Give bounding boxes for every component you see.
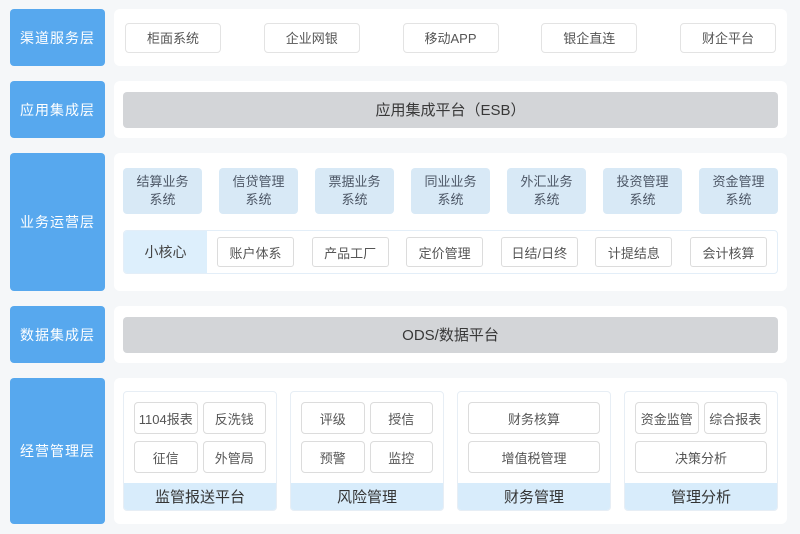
core-interest-accrual: 计提结息 bbox=[595, 237, 672, 267]
layer-panel-channel: 柜面系统 企业网银 移动APP 银企直连 财企平台 bbox=[114, 9, 787, 66]
system-finance-enterprise-platform: 财企平台 bbox=[680, 23, 776, 53]
layer-management: 经营管理层 1104报表 反洗钱 征信 外管局 监管报送平台 bbox=[10, 378, 787, 524]
core-account-system: 账户体系 bbox=[217, 237, 294, 267]
box-early-warning: 预警 bbox=[301, 441, 365, 473]
core-product-factory: 产品工厂 bbox=[312, 237, 389, 267]
group-row: 1104报表 反洗钱 bbox=[134, 402, 266, 434]
box-forex-administration: 外管局 bbox=[203, 441, 267, 473]
box-1104-report: 1104报表 bbox=[134, 402, 198, 434]
small-core-items: 账户体系 产品工厂 定价管理 日结/日终 计提结息 会计核算 bbox=[207, 231, 777, 273]
layer-channel: 渠道服务层 柜面系统 企业网银 移动APP 银企直连 财企平台 bbox=[10, 9, 787, 66]
small-core-tag: 小核心 bbox=[124, 231, 207, 273]
group-row: 资金监管 综合报表 bbox=[635, 402, 767, 434]
group-title-finance-management: 财务管理 bbox=[458, 483, 610, 510]
core-pricing-management: 定价管理 bbox=[406, 237, 483, 267]
system-forex: 外汇业务 系统 bbox=[507, 168, 586, 214]
group-row: 增值税管理 bbox=[468, 441, 600, 473]
layer-label-business-operation: 业务运营层 bbox=[10, 153, 105, 291]
group-regulatory-reporting: 1104报表 反洗钱 征信 外管局 监管报送平台 bbox=[123, 391, 277, 511]
system-credit-management: 信贷管理 系统 bbox=[219, 168, 298, 214]
esb-platform-bar: 应用集成平台（ESB） bbox=[123, 92, 778, 128]
layer-business-operation: 业务运营层 结算业务 系统 信贷管理 系统 票据业务 系统 同业业务 系统 外汇… bbox=[10, 153, 787, 291]
box-fund-supervision: 资金监管 bbox=[635, 402, 699, 434]
system-mobile-app: 移动APP bbox=[403, 23, 499, 53]
box-vat-management: 增值税管理 bbox=[468, 441, 600, 473]
business-systems-row: 结算业务 系统 信贷管理 系统 票据业务 系统 同业业务 系统 外汇业务 系统 … bbox=[123, 168, 778, 214]
box-decision-analysis: 决策分析 bbox=[635, 441, 767, 473]
layer-label-app-integration: 应用集成层 bbox=[10, 81, 105, 138]
layer-panel-management: 1104报表 反洗钱 征信 外管局 监管报送平台 评级 授信 bbox=[114, 378, 787, 524]
group-title-regulatory-reporting: 监管报送平台 bbox=[124, 483, 276, 510]
system-interbank: 同业业务 系统 bbox=[411, 168, 490, 214]
group-row: 评级 授信 bbox=[301, 402, 433, 434]
box-credit-granting: 授信 bbox=[370, 402, 434, 434]
layer-panel-business-operation: 结算业务 系统 信贷管理 系统 票据业务 系统 同业业务 系统 外汇业务 系统 … bbox=[114, 153, 787, 291]
system-bank-enterprise-direct: 银企直连 bbox=[541, 23, 637, 53]
system-bills: 票据业务 系统 bbox=[315, 168, 394, 214]
box-comprehensive-report: 综合报表 bbox=[704, 402, 768, 434]
core-day-end: 日结/日终 bbox=[501, 237, 578, 267]
group-title-management-analysis: 管理分析 bbox=[625, 483, 777, 510]
group-row: 决策分析 bbox=[635, 441, 767, 473]
layer-data-integration: 数据集成层 ODS/数据平台 bbox=[10, 306, 787, 363]
group-row: 征信 外管局 bbox=[134, 441, 266, 473]
group-finance-management-body: 财务核算 增值税管理 bbox=[458, 392, 610, 474]
layer-app-integration: 应用集成层 应用集成平台（ESB） bbox=[10, 81, 787, 138]
group-management-analysis: 资金监管 综合报表 决策分析 管理分析 bbox=[624, 391, 778, 511]
layer-label-channel: 渠道服务层 bbox=[10, 9, 105, 66]
group-title-risk-management: 风险管理 bbox=[291, 483, 443, 510]
core-accounting: 会计核算 bbox=[690, 237, 767, 267]
group-finance-management: 财务核算 增值税管理 财务管理 bbox=[457, 391, 611, 511]
group-risk-management: 评级 授信 预警 监控 风险管理 bbox=[290, 391, 444, 511]
box-monitoring: 监控 bbox=[370, 441, 434, 473]
box-rating: 评级 bbox=[301, 402, 365, 434]
layer-label-management: 经营管理层 bbox=[10, 378, 105, 524]
layer-label-data-integration: 数据集成层 bbox=[10, 306, 105, 363]
system-treasury-management: 资金管理 系统 bbox=[699, 168, 778, 214]
box-credit-reference: 征信 bbox=[134, 441, 198, 473]
system-settlement: 结算业务 系统 bbox=[123, 168, 202, 214]
group-management-analysis-body: 资金监管 综合报表 决策分析 bbox=[625, 392, 777, 474]
layer-panel-app-integration: 应用集成平台（ESB） bbox=[114, 81, 787, 138]
group-row: 财务核算 bbox=[468, 402, 600, 434]
group-risk-management-body: 评级 授信 预警 监控 bbox=[291, 392, 443, 474]
group-row: 预警 监控 bbox=[301, 441, 433, 473]
small-core-container: 小核心 账户体系 产品工厂 定价管理 日结/日终 计提结息 会计核算 bbox=[123, 230, 778, 274]
system-investment-management: 投资管理 系统 bbox=[603, 168, 682, 214]
system-corporate-ebank: 企业网银 bbox=[264, 23, 360, 53]
box-anti-money-laundering: 反洗钱 bbox=[203, 402, 267, 434]
architecture-diagram: 渠道服务层 柜面系统 企业网银 移动APP 银企直连 财企平台 应用集成层 应用… bbox=[0, 0, 800, 534]
group-regulatory-reporting-body: 1104报表 反洗钱 征信 外管局 bbox=[124, 392, 276, 474]
system-counter: 柜面系统 bbox=[125, 23, 221, 53]
layer-panel-data-integration: ODS/数据平台 bbox=[114, 306, 787, 363]
ods-platform-bar: ODS/数据平台 bbox=[123, 317, 778, 353]
box-financial-accounting: 财务核算 bbox=[468, 402, 600, 434]
